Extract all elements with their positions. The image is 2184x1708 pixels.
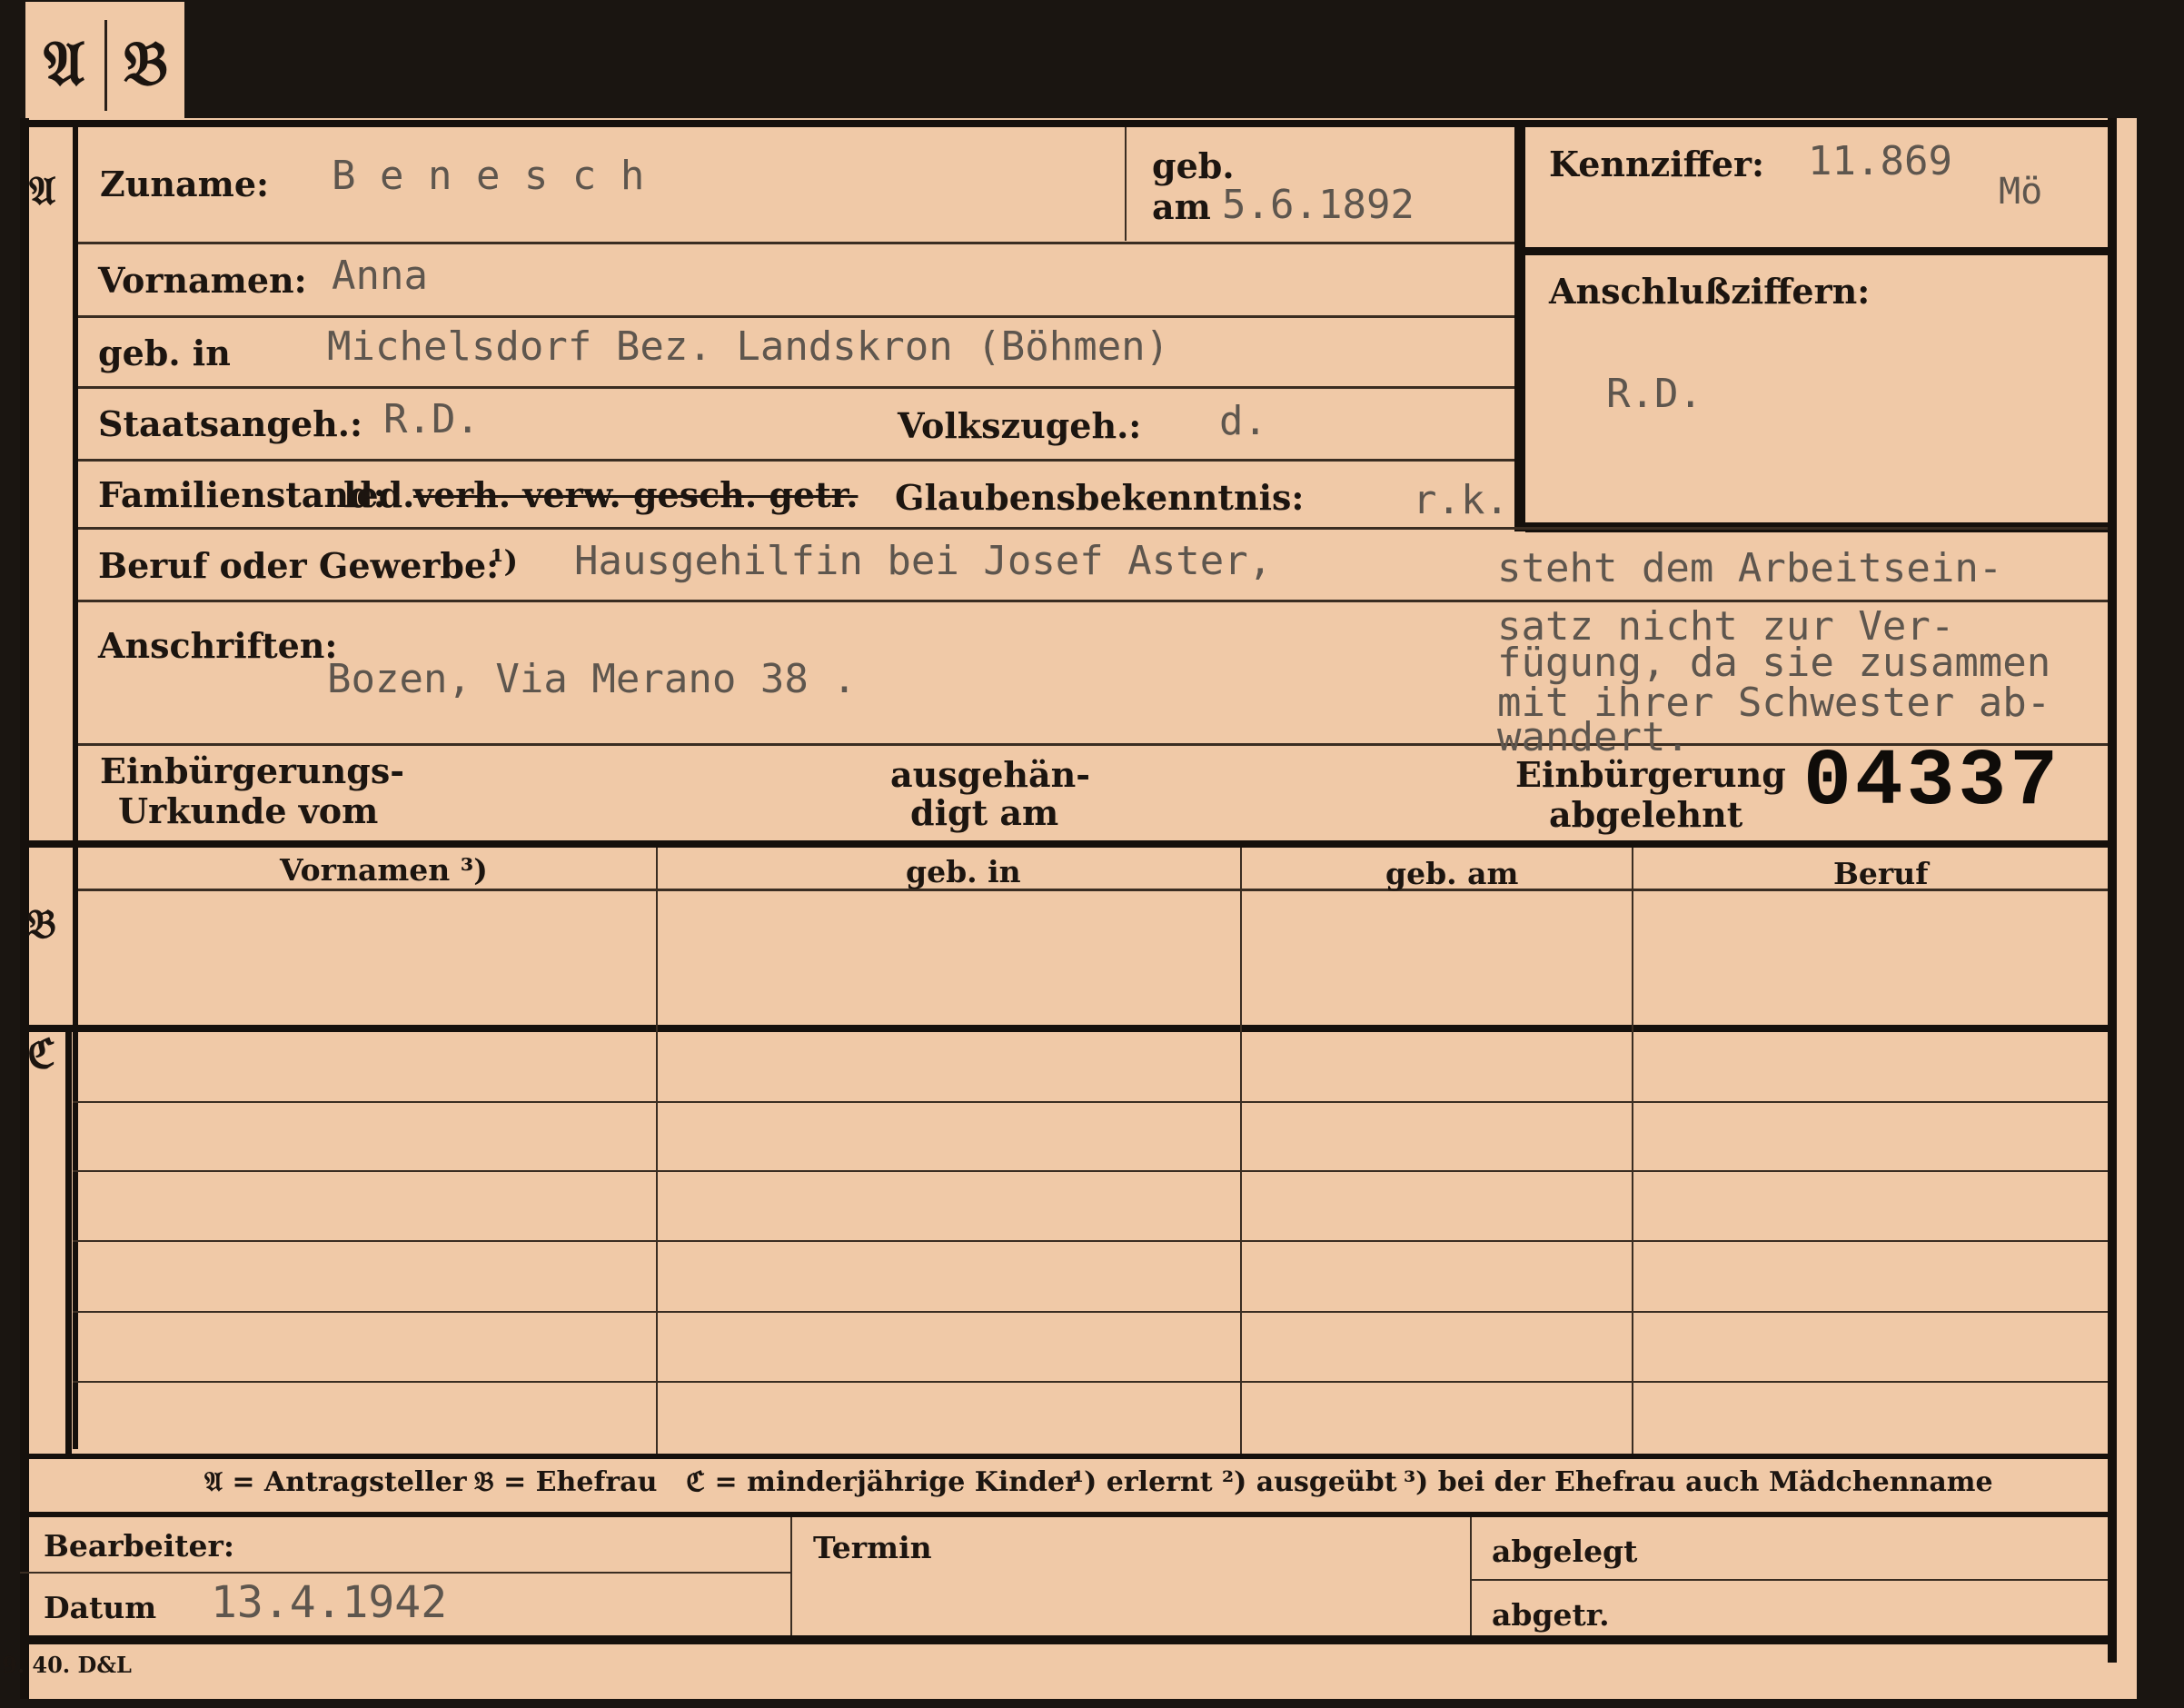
col-divider-3	[1632, 848, 1633, 1454]
zuname-label: Zuname:	[100, 164, 270, 204]
beruf-footnote-mark: ¹)	[491, 543, 519, 579]
legend-c: ℭ = minderjährige Kinder	[686, 1466, 1079, 1498]
row-line-3	[78, 386, 1514, 389]
geb-am-label: am	[1152, 186, 1211, 227]
table-header-line	[78, 889, 2108, 891]
footer-abgelegt-line	[1472, 1579, 2108, 1581]
abgelegt-label: abgelegt	[1492, 1534, 1638, 1569]
legend-top-rule	[20, 1454, 2108, 1459]
section-c-top-rule	[20, 1025, 2108, 1032]
familienstand-struck-options: verh. verw. gesch. getr.	[413, 474, 859, 515]
col-divider-1	[656, 848, 658, 1454]
col-divider-2	[1240, 848, 1242, 1454]
c-row-line-1	[73, 1101, 2108, 1103]
card-tab: 𝔄 𝔅	[25, 2, 184, 120]
geb-in-value: Michelsdorf Bez. Landskron (Böhmen)	[327, 323, 1170, 370]
einbuergerung-abgelehnt-label-1: Einbürgerung	[1515, 754, 1786, 795]
section-b-marker: 𝔅	[27, 901, 56, 948]
vornamen-label: Vornamen:	[98, 260, 307, 301]
volkszugeh-label: Volkszugeh.:	[898, 405, 1142, 446]
tab-letter-b: 𝔅	[124, 27, 169, 100]
c-row-line-3	[73, 1240, 2108, 1242]
row-line-4	[78, 459, 1514, 462]
kennziffer-value: 11.869	[1808, 138, 1952, 184]
section-c-marker: ℭ	[27, 1031, 55, 1077]
col-header-geb-am: geb. am	[1385, 856, 1519, 891]
bearbeiter-label: Bearbeiter:	[44, 1528, 235, 1564]
glaubensbekenntnis-label: Glaubensbekenntnis:	[895, 477, 1305, 518]
einbuergerung-abgelehnt-label-2: abgelehnt	[1549, 794, 1743, 835]
geb-am-value: 5.6.1892	[1222, 182, 1415, 228]
kennziffer-box-left	[1514, 127, 1525, 531]
stamp-number: 04337	[1803, 738, 2062, 828]
legend-note-1: ¹) erlernt	[1072, 1466, 1213, 1498]
anschriften-value: Bozen, Via Merano 38 .	[327, 656, 857, 702]
staatsangeh-label: Staatsangeh.:	[98, 403, 363, 444]
col-header-beruf: Beruf	[1833, 856, 1929, 891]
tab-divider	[104, 20, 107, 111]
top-rule	[20, 120, 2117, 127]
geb-in-label: geb. in	[98, 333, 231, 373]
legend-note-3: ³) bei der Ehefrau auch Mädchenname	[1404, 1466, 1993, 1498]
geb-label: geb.	[1152, 145, 1235, 186]
glaubensbekenntnis-value: r.k.	[1413, 477, 1509, 523]
footer-top-rule	[20, 1512, 2108, 1517]
einbuergerung-urkunde-label-2: Urkunde vom	[118, 790, 379, 831]
kennziffer-label: Kennziffer:	[1549, 144, 1765, 184]
print-code: 9. 40. D&L	[2, 1652, 132, 1678]
col-header-geb-in: geb. in	[906, 854, 1021, 889]
ausgehaengt-label-1: ausgehän-	[890, 754, 1091, 795]
kennziffer-box-divider	[1525, 247, 2108, 255]
remark-line-1: steht dem Arbeitsein-	[1497, 545, 2003, 591]
vornamen-value: Anna	[332, 253, 428, 299]
staatsangeh-value: R.D.	[383, 396, 480, 442]
footer-bearbeiter-line	[20, 1572, 790, 1574]
anschlussziffern-value: R.D.	[1606, 371, 1703, 417]
beruf-label: Beruf oder Gewerbe:	[98, 545, 500, 586]
legend-note-2: ²) ausgeübt	[1222, 1466, 1397, 1498]
card-bottom-rule	[20, 1635, 2117, 1644]
abgetr-label: abgetr.	[1492, 1597, 1610, 1633]
einbuergerung-urkunde-label-1: Einbürgerungs-	[100, 750, 405, 791]
footer-divider-2	[1470, 1517, 1472, 1635]
familienstand-ledig: led.	[343, 474, 415, 515]
kennziffer-suffix: Mö	[1999, 171, 2043, 213]
card-right-edge	[2108, 118, 2117, 1663]
zuname-value: B e n e s c h	[332, 153, 645, 199]
beruf-value: Hausgehilfin bei Josef Aster,	[574, 538, 1273, 584]
datum-label: Datum	[44, 1590, 157, 1625]
ausgehaengt-label-2: digt am	[910, 792, 1059, 833]
tab-letter-a: 𝔄	[44, 27, 85, 100]
section-c-left-rule	[65, 1032, 72, 1454]
row-line-1	[78, 242, 1514, 244]
row-line-5	[78, 527, 2108, 530]
anschriften-label: Anschriften:	[98, 625, 338, 666]
datum-value: 13.4.1942	[211, 1577, 448, 1628]
anschlussziffern-label: Anschlußziffern:	[1549, 271, 1871, 312]
legend-a: 𝔄 = Antragsteller	[204, 1466, 467, 1498]
legend-b: 𝔅 = Ehefrau	[474, 1466, 658, 1498]
c-row-line-4	[73, 1311, 2108, 1313]
row-line-2	[78, 315, 1514, 318]
col-header-vornamen: Vornamen ³)	[280, 852, 488, 888]
c-row-line-5	[73, 1381, 2108, 1383]
left-vertical-rule	[73, 127, 78, 1449]
section-a-marker: 𝔄	[29, 168, 56, 214]
zuname-geb-divider	[1125, 127, 1127, 241]
termin-label: Termin	[813, 1530, 932, 1565]
c-row-line-2	[73, 1170, 2108, 1172]
volkszugeh-value: d.	[1219, 398, 1267, 444]
section-b-top-rule	[20, 840, 2108, 848]
footer-divider-1	[790, 1517, 792, 1635]
row-line-6	[78, 600, 2108, 602]
